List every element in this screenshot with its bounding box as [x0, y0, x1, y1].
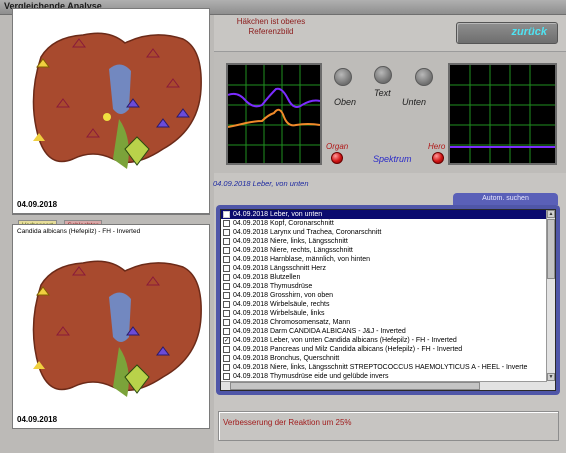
vertical-scroll-thumb[interactable]: [547, 219, 555, 279]
scroll-down-icon[interactable]: ▼: [547, 373, 555, 381]
list-item[interactable]: 04.09.2018 Chromosomensatz, Mann: [221, 318, 555, 327]
mode-text-label: Text: [374, 88, 391, 98]
list-item-checkbox[interactable]: [223, 364, 230, 371]
auto-search-button[interactable]: Autom. suchen: [453, 193, 558, 205]
list-item[interactable]: 04.09.2018 Larynx und Trachea, Coronarsc…: [221, 228, 555, 237]
list-item-label: 04.09.2018 Chromosomensatz, Mann: [233, 319, 351, 326]
analysis-list-frame: 04.09.2018 Leber, von unten 04.09.2018 Ko…: [216, 205, 560, 395]
status-box: Verbesserung der Reaktion um 25%: [218, 411, 559, 441]
list-item[interactable]: 04.09.2018 Leber, von unten: [221, 210, 555, 219]
organ-waveform-scope: [226, 63, 322, 165]
hero-waveform-scope: [448, 63, 557, 165]
list-item[interactable]: 04.09.2018 Bronchus, Querschnitt: [221, 354, 555, 363]
list-item-checkbox[interactable]: [223, 256, 230, 263]
bottom-image-subtitle: Candida albicans (Hefepilz) - FH - Inver…: [17, 228, 141, 235]
scroll-up-icon[interactable]: ▲: [547, 210, 555, 218]
list-item-label: 04.09.2018 Leber, von unten: [233, 211, 323, 218]
list-item[interactable]: 04.09.2018 Darm CANDIDA ALBICANS - J&J -…: [221, 327, 555, 336]
list-item-label: 04.09.2018 Grosshirn, von oben: [233, 292, 334, 299]
list-item-label: 04.09.2018 Bronchus, Querschnitt: [233, 355, 340, 362]
hero-label: Hero: [428, 142, 446, 151]
reference-note: Häkchen ist oberes Referenzbild: [226, 17, 316, 37]
list-item-label: 04.09.2018 Längsschnitt Herz: [233, 265, 327, 272]
list-item-checkbox[interactable]: ✓: [223, 337, 230, 344]
list-item-checkbox[interactable]: [223, 220, 230, 227]
vertical-scrollbar[interactable]: ▲ ▼: [546, 210, 555, 390]
list-item-checkbox[interactable]: [223, 310, 230, 317]
bottom-image-date: 04.09.2018: [17, 415, 58, 424]
analysis-list-rows: 04.09.2018 Leber, von unten 04.09.2018 Ko…: [221, 210, 555, 390]
status-text: Verbesserung der Reaktion um 25%: [223, 418, 352, 427]
list-item-label: 04.09.2018 Leber, von unten Candida albi…: [233, 337, 457, 344]
analysis-list[interactable]: 04.09.2018 Leber, von unten 04.09.2018 Ko…: [220, 209, 556, 391]
liver-illustration-top: [32, 32, 202, 169]
list-item[interactable]: 04.09.2018 Thymusdrüse: [221, 282, 555, 291]
list-item-label: 04.09.2018 Thymusdrüse eide und gelübde …: [233, 373, 389, 380]
list-item[interactable]: ✓ 04.09.2018 Leber, von unten Candida alb…: [221, 336, 555, 345]
list-item-label: 04.09.2018 Harnblase, männlich, von hint…: [233, 256, 370, 263]
list-item-checkbox[interactable]: [223, 211, 230, 218]
list-item[interactable]: 04.09.2018 Thymusdrüse eide und gelübde …: [221, 372, 555, 381]
horizontal-scroll-thumb[interactable]: [230, 382, 480, 390]
back-button[interactable]: zurück: [456, 22, 558, 44]
horizontal-scrollbar[interactable]: [221, 381, 547, 390]
reference-note-line2: Referenzbild: [248, 27, 294, 36]
selected-entry-caption: 04.09.2018 Leber, von unten: [213, 179, 309, 188]
comparison-organ-view[interactable]: Candida albicans (Hefepilz) - FH - Inver…: [12, 224, 210, 429]
list-item[interactable]: 04.09.2018 Pancreas und Milz Candida alb…: [221, 345, 555, 354]
mode-text-radio[interactable]: [374, 66, 392, 84]
hero-indicator[interactable]: [432, 152, 444, 164]
list-item[interactable]: 04.09.2018 Wirbelsäule, links: [221, 309, 555, 318]
list-item-checkbox[interactable]: [223, 373, 230, 380]
list-item-label: 04.09.2018 Thymusdrüse: [233, 283, 313, 290]
list-item-label: 04.09.2018 Niere, rechts, Längsschnitt: [233, 247, 353, 254]
list-item[interactable]: 04.09.2018 Niere, links, Längsschnitt ST…: [221, 363, 555, 372]
top-image-date: 04.09.2018: [17, 200, 58, 209]
list-item-checkbox[interactable]: [223, 355, 230, 362]
mode-top-label: Oben: [334, 97, 357, 107]
spectrum-label: Spektrum: [373, 154, 412, 164]
list-item[interactable]: 04.09.2018 Niere, rechts, Längsschnitt: [221, 246, 555, 255]
liver-illustration-bottom: [32, 260, 202, 397]
list-item-checkbox[interactable]: [223, 319, 230, 326]
list-item-checkbox[interactable]: [223, 238, 230, 245]
mode-bottom-radio[interactable]: [415, 68, 433, 86]
list-item[interactable]: 04.09.2018 Grosshirn, von oben: [221, 291, 555, 300]
list-item-label: 04.09.2018 Niere, links, Längsschnitt: [233, 238, 348, 245]
list-item-label: 04.09.2018 Larynx und Trachea, Coronarsc…: [233, 229, 382, 236]
list-item-checkbox[interactable]: [223, 301, 230, 308]
mode-top-radio[interactable]: [334, 68, 352, 86]
list-item-label: 04.09.2018 Wirbelsäule, links: [233, 310, 325, 317]
organ-indicator[interactable]: [331, 152, 343, 164]
list-item-checkbox[interactable]: [223, 292, 230, 299]
list-item-label: 04.09.2018 Darm CANDIDA ALBICANS - J&J -…: [233, 328, 406, 335]
list-item-checkbox[interactable]: [223, 283, 230, 290]
mode-bottom-label: Unten: [402, 97, 427, 107]
list-item-label: 04.09.2018 Wirbelsäule, rechts: [233, 301, 330, 308]
list-item[interactable]: 04.09.2018 Niere, links, Längsschnitt: [221, 237, 555, 246]
list-item-label: 04.09.2018 Kopf, Coronarschnitt: [233, 220, 334, 227]
result-tabs: Verbessert Schlechter: [18, 214, 104, 231]
reference-organ-view[interactable]: 04.09.2018: [12, 8, 210, 214]
organ-label: Organ: [326, 142, 349, 151]
list-item-label: 04.09.2018 Niere, links, Längsschnitt ST…: [233, 364, 528, 371]
list-item-checkbox[interactable]: [223, 328, 230, 335]
list-item-checkbox[interactable]: [223, 247, 230, 254]
list-item-checkbox[interactable]: [223, 229, 230, 236]
reference-note-line1: Häkchen ist oberes: [236, 17, 306, 26]
list-item[interactable]: 04.09.2018 Kopf, Coronarschnitt: [221, 219, 555, 228]
list-item-checkbox[interactable]: [223, 265, 230, 272]
list-item-checkbox[interactable]: [223, 274, 230, 281]
list-item-label: 04.09.2018 Pancreas und Milz Candida alb…: [233, 346, 463, 353]
list-item-checkbox[interactable]: [223, 346, 230, 353]
back-button-label: zurück: [511, 26, 547, 38]
list-item[interactable]: 04.09.2018 Harnblase, männlich, von hint…: [221, 255, 555, 264]
list-item[interactable]: 04.09.2018 Blutzellen: [221, 273, 555, 282]
list-item[interactable]: 04.09.2018 Wirbelsäule, rechts: [221, 300, 555, 309]
list-item-label: 04.09.2018 Blutzellen: [233, 274, 301, 281]
list-item[interactable]: 04.09.2018 Längsschnitt Herz: [221, 264, 555, 273]
